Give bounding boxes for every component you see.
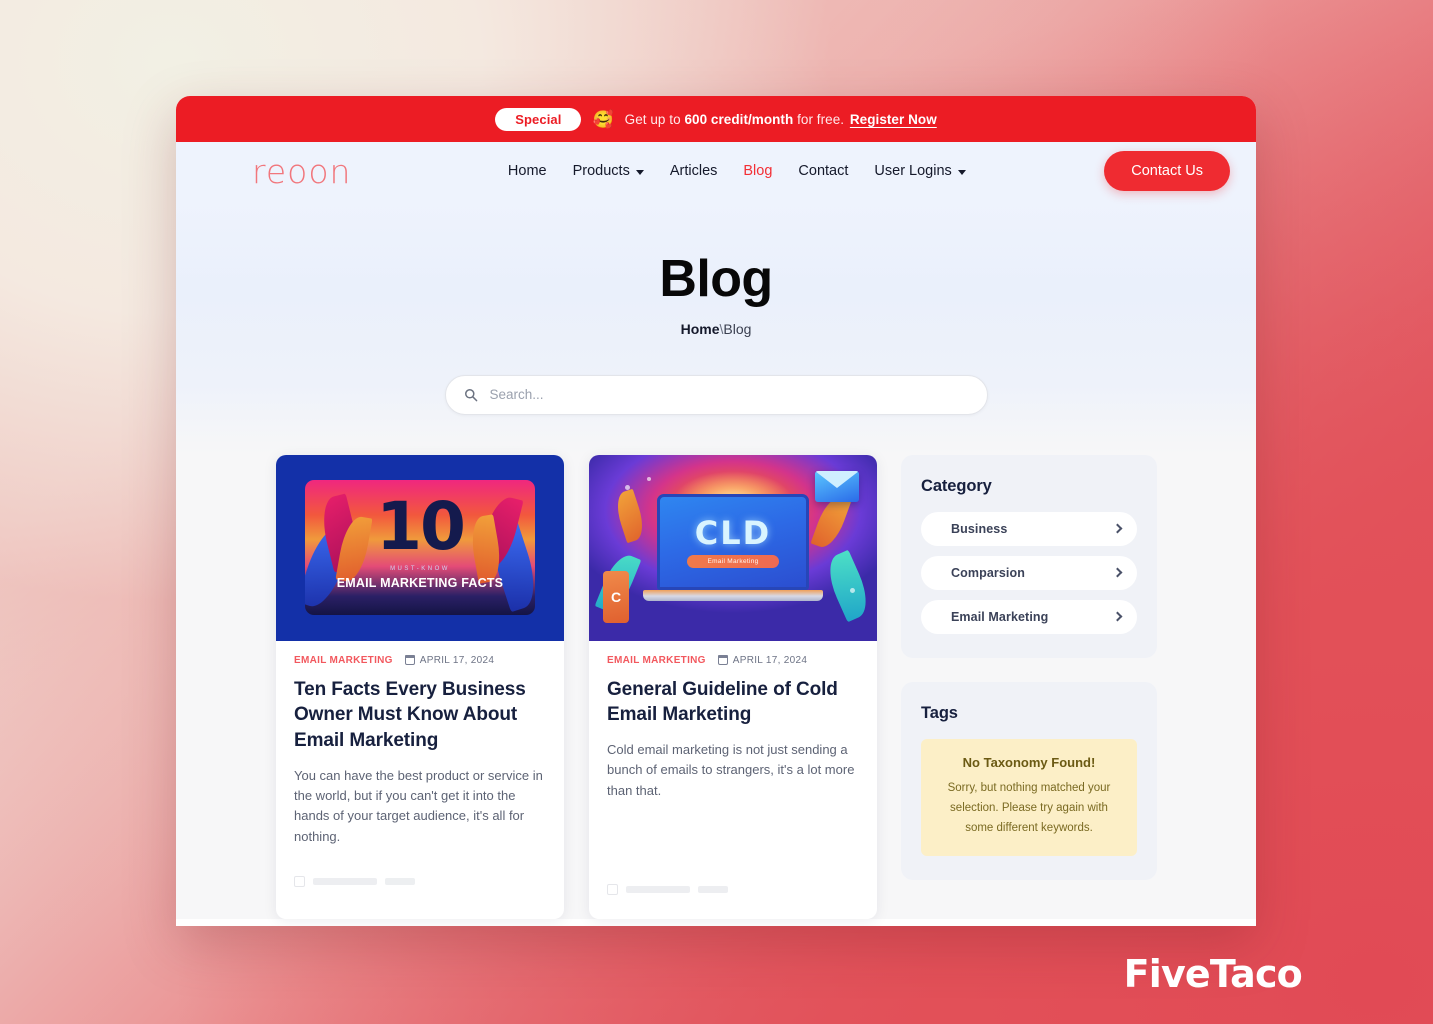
post-date-text: APRIL 17, 2024	[732, 654, 808, 666]
stub-line	[385, 878, 415, 886]
fivetaco-watermark: FiveTaco	[1123, 952, 1303, 996]
smiling-face-with-hearts-icon: 🥰	[592, 109, 614, 129]
chevron-down-icon	[635, 169, 644, 175]
category-label: Comparsion	[951, 565, 1025, 580]
thumb-caption: EMAIL MARKETING FACTS	[336, 576, 504, 591]
breadcrumb: Home\Blog	[176, 321, 1256, 337]
stub-icon	[294, 876, 305, 888]
register-now-link[interactable]: Register Now	[850, 112, 937, 127]
nav-item-blog[interactable]: Blog	[743, 163, 772, 179]
category-panel-title: Category	[921, 476, 992, 495]
promo-text-after: for free.	[793, 111, 845, 127]
post-title[interactable]: General Guideline of Cold Email Marketin…	[607, 677, 859, 729]
post-meta: EMAIL MARKETING APRIL 17, 2024	[607, 655, 859, 666]
category-item-email-marketing[interactable]: Email Marketing	[921, 599, 1137, 634]
chevron-right-icon	[1112, 523, 1123, 534]
promo-text: Get up to 600 credit/month for free. Reg…	[625, 112, 937, 127]
chevron-down-icon	[957, 169, 966, 175]
thumb-screen-text: CLD	[694, 513, 772, 552]
nav-item-contact[interactable]: Contact	[798, 163, 848, 179]
post-title[interactable]: Ten Facts Every Business Owner Must Know…	[294, 677, 546, 754]
nav-label-articles: Articles	[669, 163, 718, 179]
post-thumbnail-ten-facts: 10 MUST-KNOW EMAIL MARKETING FACTS	[276, 454, 564, 641]
notice-body: Sorry, but nothing matched your selectio…	[947, 781, 1111, 834]
envelope-icon	[815, 470, 859, 502]
breadcrumb-home[interactable]: Home	[681, 321, 720, 337]
chevron-right-icon	[1112, 611, 1123, 622]
post-meta: EMAIL MARKETING APRIL 17, 2024	[294, 655, 546, 666]
card-footer-truncated	[294, 875, 546, 889]
nav-links: Home Products Articles Blog Contact User…	[490, 163, 966, 179]
promo-highlight: 600 credit/month	[684, 111, 794, 127]
category-label: Email Marketing	[951, 609, 1049, 624]
stub-line	[313, 878, 377, 886]
blog-card[interactable]: C CLD Email Marketing EMAIL MARKETING AP…	[589, 454, 877, 919]
browser-window: Special 🥰 Get up to 600 credit/month for…	[176, 96, 1256, 926]
calendar-icon	[717, 654, 728, 666]
post-category[interactable]: EMAIL MARKETING	[607, 655, 706, 666]
chevron-right-icon	[1112, 567, 1123, 578]
thumb-phone: C	[603, 570, 629, 623]
category-panel: Category Business Comparsion Email Marke…	[901, 454, 1157, 658]
nav-label-products: Products	[572, 163, 630, 179]
category-label: Business	[951, 521, 1008, 536]
post-excerpt: Cold email marketing is not just sending…	[607, 742, 855, 798]
post-thumbnail-cold-email: C CLD Email Marketing	[589, 454, 877, 641]
post-list: 10 MUST-KNOW EMAIL MARKETING FACTS EMAIL…	[276, 454, 877, 919]
content-area: 10 MUST-KNOW EMAIL MARKETING FACTS EMAIL…	[176, 454, 1256, 919]
card-body: EMAIL MARKETING APRIL 17, 2024 Ten Facts…	[276, 641, 564, 911]
no-taxonomy-notice: No Taxonomy Found! Sorry, but nothing ma…	[921, 738, 1137, 856]
reoon-logo[interactable]: reoon	[252, 155, 351, 188]
search-bar[interactable]	[444, 374, 988, 415]
page-title: Blog	[659, 250, 773, 308]
hero-section: Blog Home\Blog	[176, 200, 1256, 455]
post-excerpt: You can have the best product or service…	[294, 768, 543, 844]
category-item-comparsion[interactable]: Comparsion	[921, 555, 1137, 590]
post-category[interactable]: EMAIL MARKETING	[294, 655, 393, 666]
sidebar: Category Business Comparsion Email Marke…	[901, 454, 1157, 904]
stub-icon	[607, 884, 618, 896]
main-navbar: reoon Home Products Articles Blog Contac…	[176, 142, 1256, 200]
tags-panel: Tags No Taxonomy Found! Sorry, but nothi…	[901, 681, 1157, 880]
nav-label-contact: Contact	[798, 163, 849, 179]
calendar-icon	[404, 654, 415, 666]
nav-item-articles[interactable]: Articles	[670, 163, 718, 179]
promo-badge: Special	[495, 107, 582, 131]
contact-us-button[interactable]: Contact Us	[1104, 151, 1230, 191]
nav-item-home[interactable]: Home	[508, 163, 547, 179]
nav-item-user-logins[interactable]: User Logins	[874, 163, 966, 179]
post-date-text: APRIL 17, 2024	[419, 654, 495, 666]
promo-banner: Special 🥰 Get up to 600 credit/month for…	[176, 96, 1256, 142]
card-body: EMAIL MARKETING APRIL 17, 2024 General G…	[589, 641, 877, 919]
promo-text-before: Get up to	[624, 111, 685, 127]
category-item-business[interactable]: Business	[921, 511, 1137, 546]
search-icon	[464, 388, 477, 401]
thumb-number: 10	[376, 487, 466, 565]
post-date: APRIL 17, 2024	[717, 654, 808, 666]
nav-label-user-logins: User Logins	[874, 163, 952, 179]
stub-line	[698, 886, 728, 894]
thumb-kicker: MUST-KNOW	[390, 566, 450, 573]
notice-title: No Taxonomy Found!	[962, 754, 1096, 770]
thumb-laptop: CLD Email Marketing	[643, 494, 823, 602]
nav-item-products[interactable]: Products	[573, 163, 644, 179]
search-input[interactable]	[489, 387, 969, 403]
stub-line	[626, 886, 690, 894]
thumb-pill-text: Email Marketing	[687, 554, 779, 568]
nav-label-home: Home	[507, 163, 547, 179]
tags-panel-title: Tags	[921, 703, 958, 722]
blog-card[interactable]: 10 MUST-KNOW EMAIL MARKETING FACTS EMAIL…	[276, 454, 564, 919]
nav-label-blog: Blog	[743, 163, 773, 179]
breadcrumb-current: Blog	[723, 320, 752, 337]
post-date: APRIL 17, 2024	[404, 654, 495, 666]
card-footer-truncated	[607, 883, 859, 897]
